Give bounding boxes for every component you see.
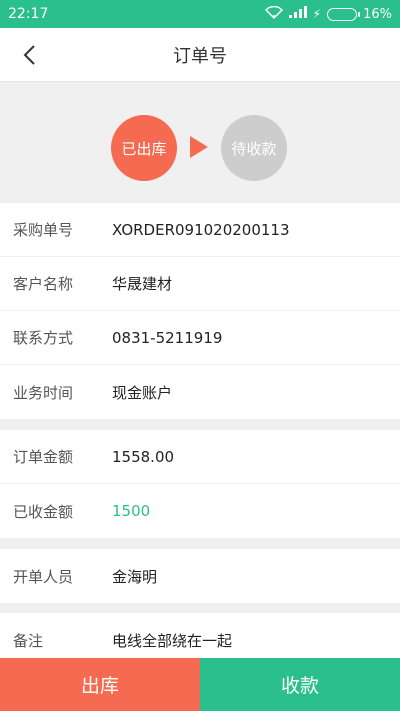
wifi-icon [264,5,283,23]
step-pending-payment: 待收款 [221,115,287,181]
order-amount-label: 订单金额 [13,448,74,466]
row-issuer: 开单人员 金海明 [0,549,400,603]
customer-name-value: 华晟建材 [112,275,173,293]
step-shipped-label: 已出库 [121,139,167,158]
received-amount-value: 1500 [112,502,151,520]
battery-icon [327,7,361,21]
step-pending-payment-label: 待收款 [231,139,277,158]
row-contact[interactable]: 联系方式 0831-5211919 [0,311,400,365]
status-bar: 22:17 ⚡ 16% [0,0,400,28]
status-right: ⚡ 16% [264,5,392,23]
navbar: 订单号 [0,28,400,82]
chevron-left-icon[interactable] [14,40,44,70]
staff-group: 开单人员 金海明 [0,549,400,603]
remark-value: 电线全部绕在一起 [112,631,233,650]
business-time-label: 业务时间 [13,383,74,402]
contact-value[interactable]: 0831-5211919 [112,329,222,347]
issuer-value: 金海明 [112,567,158,586]
contact-label: 联系方式 [13,329,74,347]
row-customer-name: 客户名称 华晟建材 [0,257,400,311]
received-amount-label: 已收金额 [13,502,74,521]
purchase-no-value: XORDER091020200113 [112,220,290,239]
order-amount-value: 1558.00 [112,447,175,466]
business-time-value: 现金账户 [112,383,173,402]
row-order-amount: 订单金额 1558.00 [0,430,400,484]
bolt-icon: ⚡ [312,7,322,21]
purchase-no-label: 采购单号 [13,221,74,239]
outbound-button[interactable]: 出库 [0,658,200,711]
customer-name-label: 客户名称 [13,275,74,293]
issuer-label: 开单人员 [13,567,74,586]
row-business-time: 业务时间 现金账户 [0,365,400,419]
bottom-action-bar: 出库 收款 [0,658,400,711]
arrow-right-icon [190,136,208,158]
amount-group: 订单金额 1558.00 已收金额 1500 [0,430,400,538]
remark-label: 备注 [13,631,44,650]
signal-icon [288,6,307,22]
row-received-amount: 已收金额 1500 [0,484,400,538]
order-progress: 已出库 待收款 [0,83,400,203]
page-title: 订单号 [173,45,227,67]
battery-percent: 16% [363,6,392,22]
order-info-group: 采购单号 XORDER091020200113 客户名称 华晟建材 联系方式 0… [0,203,400,419]
row-purchase-no: 采购单号 XORDER091020200113 [0,203,400,257]
status-time: 22:17 [8,6,49,22]
collect-payment-button[interactable]: 收款 [200,658,400,711]
step-shipped: 已出库 [111,115,177,181]
